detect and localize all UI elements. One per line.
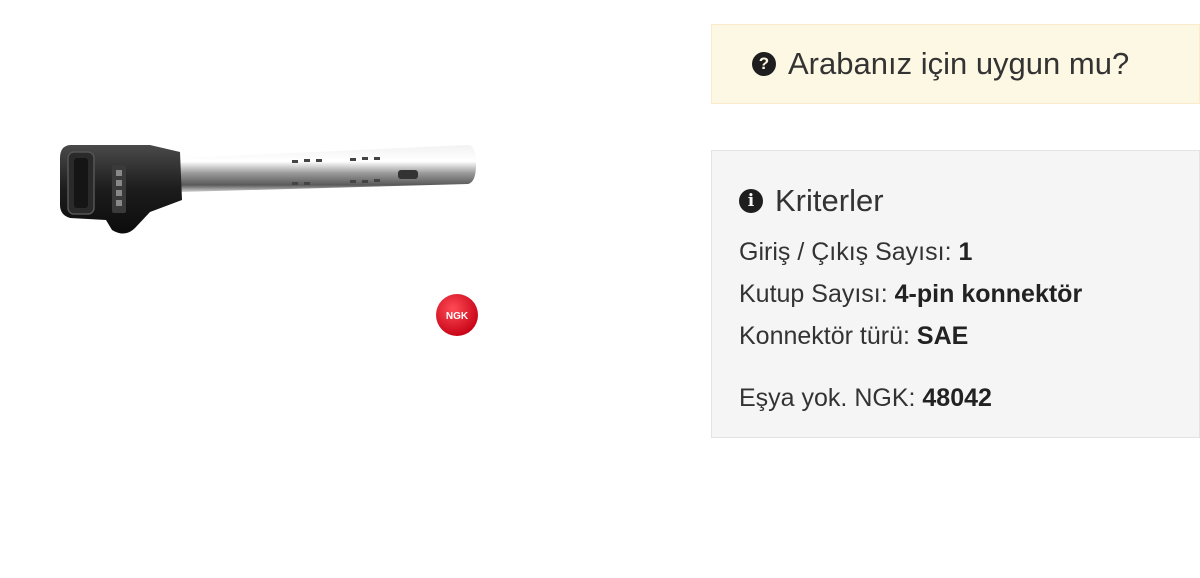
part-number-value: 48042 xyxy=(922,384,992,412)
criteria-panel: i Kriterler Giriş / Çıkış Sayısı: 1 Kutu… xyxy=(711,150,1200,438)
fitment-question-text: Arabanız için uygun mu? xyxy=(788,46,1130,81)
criteria-row-part-number: Eşya yok. NGK: 48042 xyxy=(739,377,1199,419)
fitment-check-button[interactable]: ? Arabanız için uygun mu? xyxy=(711,24,1200,104)
criteria-row-connector-type: Konnektör türü: SAE xyxy=(739,315,1199,357)
criteria-title: Kriterler xyxy=(775,183,884,218)
coil-connector xyxy=(60,145,182,234)
coil-tube xyxy=(180,145,476,192)
criteria-header: i Kriterler xyxy=(739,181,1199,221)
info-circle-icon: i xyxy=(739,189,763,213)
part-number-label: Eşya yok. NGK: xyxy=(739,384,916,412)
criteria-label: Giriş / Çıkış Sayısı: xyxy=(739,238,952,266)
product-image[interactable]: NGK xyxy=(30,120,530,370)
criteria-value: SAE xyxy=(916,322,969,350)
criteria-value: 4-pin konnektör xyxy=(894,280,1083,308)
ngk-logo-text: NGK xyxy=(446,311,469,322)
criteria-row-io-count: Giriş / Çıkış Sayısı: 1 xyxy=(739,231,1199,273)
criteria-label: Konnektör türü: xyxy=(739,322,910,350)
product-page: NGK ? Arabanız için uygun mu? i Kriterle… xyxy=(0,0,1200,578)
criteria-row-pole-count: Kutup Sayısı: 4-pin konnektör xyxy=(739,273,1199,315)
criteria-value: 1 xyxy=(958,238,973,266)
ngk-logo: NGK xyxy=(436,294,478,336)
criteria-label: Kutup Sayısı: xyxy=(739,280,888,308)
question-circle-icon: ? xyxy=(752,52,776,76)
